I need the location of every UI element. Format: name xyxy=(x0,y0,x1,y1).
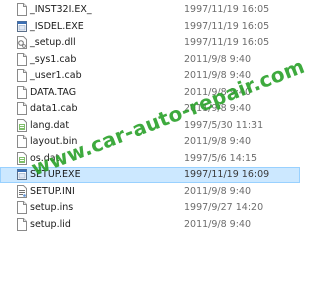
file-row-selected[interactable]: SETUP.EXE 1997/11/19 16:09 xyxy=(0,167,300,183)
file-date-modified: 1997/5/6 14:15 xyxy=(184,152,258,164)
file-name: _INST32I.EX_ xyxy=(30,4,92,15)
file-date-modified: 1997/11/19 16:05 xyxy=(184,37,270,48)
file-name: setup.ins xyxy=(30,202,74,213)
dll-icon xyxy=(17,36,27,49)
file-name: SETUP.INI xyxy=(30,185,75,197)
file-name: layout.bin xyxy=(30,136,78,147)
file-row[interactable]: lang.dat 1997/5/30 11:31 xyxy=(0,118,300,134)
file-date-modified: 2011/9/8 9:40 xyxy=(184,53,252,65)
ini-icon xyxy=(17,184,27,198)
file-date-modified: 1997/5/30 11:31 xyxy=(184,119,264,131)
file-row[interactable]: setup.lid 2011/9/8 9:40 xyxy=(0,217,300,233)
file-row[interactable]: layout.bin 2011/9/8 9:40 xyxy=(0,134,300,150)
data-file-icon xyxy=(17,118,27,132)
file-list-pane: _INST32I.EX_ 1997/11/19 16:05 _ISDEL.EXE 19… xyxy=(0,0,308,300)
file-name: DATA.TAG xyxy=(30,86,77,98)
generic-file-icon xyxy=(17,217,27,231)
generic-file-icon xyxy=(17,52,27,66)
file-row[interactable]: os.dat 1997/5/6 14:15 xyxy=(0,151,300,167)
file-date-modified: 1997/11/19 16:05 xyxy=(184,4,270,15)
file-name: _user1.cab xyxy=(30,70,82,81)
file-row[interactable]: _setup.dll 1997/11/19 16:05 xyxy=(0,35,300,51)
generic-file-icon xyxy=(17,85,27,99)
data-file-icon xyxy=(17,151,27,165)
file-date-modified: 2011/9/8 9:40 xyxy=(184,103,252,114)
file-name: lang.dat xyxy=(30,119,70,131)
file-name: _sys1.cab xyxy=(30,53,77,65)
file-row[interactable]: _user1.cab 2011/9/8 9:40 xyxy=(0,68,300,84)
file-date-modified: 2011/9/8 9:40 xyxy=(184,70,252,81)
file-date-modified: 1997/11/19 16:05 xyxy=(184,20,270,32)
file-date-modified: 2011/9/8 9:40 xyxy=(184,185,252,197)
generic-file-icon xyxy=(17,102,27,115)
file-row[interactable]: data1.cab 2011/9/8 9:40 xyxy=(0,101,300,117)
file-name: os.dat xyxy=(30,152,60,164)
file-name: _setup.dll xyxy=(30,37,76,48)
file-name: SETUP.EXE xyxy=(30,169,81,180)
file-name: setup.lid xyxy=(30,218,71,230)
file-date-modified: 2011/9/8 9:40 xyxy=(184,86,252,98)
file-name: _ISDEL.EXE xyxy=(30,20,84,32)
file-date-modified: 2011/9/8 9:40 xyxy=(184,218,252,230)
file-row[interactable]: _ISDEL.EXE 1997/11/19 16:05 xyxy=(0,19,300,35)
file-row[interactable]: SETUP.INI 2011/9/8 9:40 xyxy=(0,184,300,200)
generic-file-icon xyxy=(17,69,27,82)
generic-file-icon xyxy=(17,201,27,214)
file-row[interactable]: DATA.TAG 2011/9/8 9:40 xyxy=(0,85,300,101)
file-date-modified: 1997/11/19 16:09 xyxy=(184,169,270,180)
exe-icon xyxy=(17,20,27,33)
generic-file-icon xyxy=(17,3,27,16)
file-name: data1.cab xyxy=(30,103,78,114)
file-date-modified: 1997/9/27 14:20 xyxy=(184,202,264,213)
generic-file-icon xyxy=(17,135,27,148)
file-date-modified: 2011/9/8 9:40 xyxy=(184,136,252,147)
file-row[interactable]: _INST32I.EX_ 1997/11/19 16:05 xyxy=(0,2,300,18)
file-row[interactable]: _sys1.cab 2011/9/8 9:40 xyxy=(0,52,300,68)
exe-icon xyxy=(17,168,27,181)
file-row[interactable]: setup.ins 1997/9/27 14:20 xyxy=(0,200,300,216)
